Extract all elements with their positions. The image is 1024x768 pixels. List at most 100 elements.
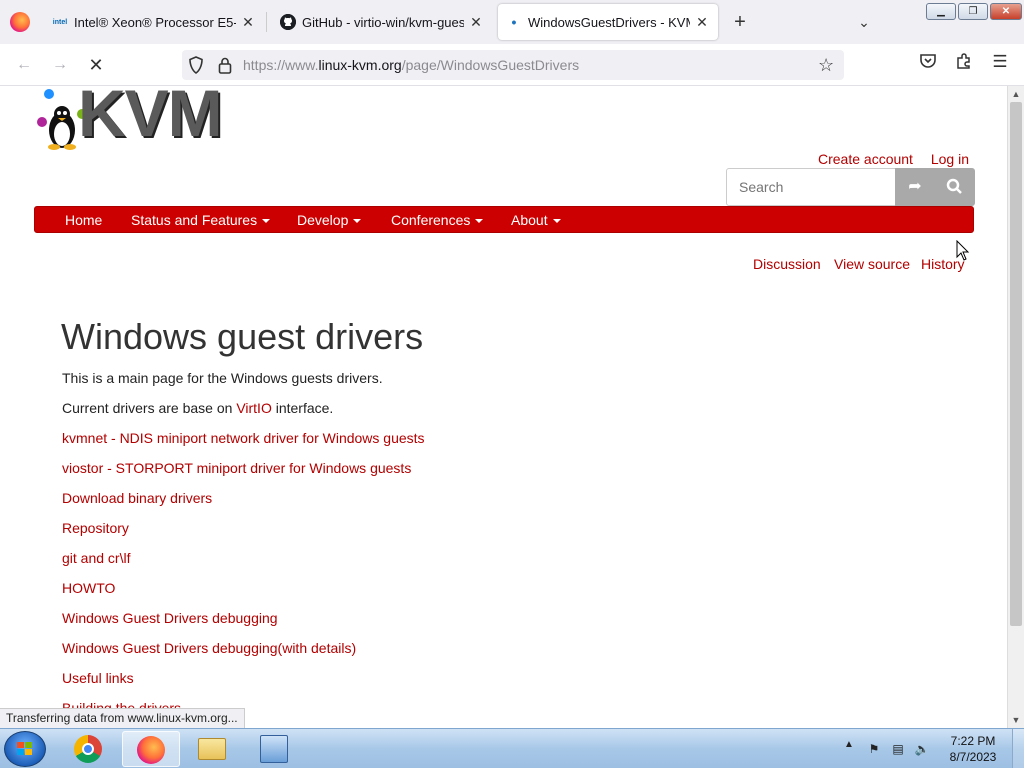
list-all-tabs-button[interactable]: ⌄ <box>854 10 874 34</box>
tab-title: Intel® Xeon® Processor E5-268 <box>74 14 236 30</box>
nav-label: Conferences <box>391 212 471 228</box>
firefox-icon[interactable] <box>10 12 30 32</box>
github-icon <box>280 14 296 30</box>
link-howto[interactable]: HOWTO <box>62 580 115 596</box>
vertical-scrollbar[interactable]: ▲ ▼ <box>1007 86 1024 728</box>
tab-github[interactable]: GitHub - virtio-win/kvm-guest ✕ <box>272 4 492 40</box>
search-button[interactable] <box>935 168 975 206</box>
scroll-up-arrow-icon[interactable]: ▲ <box>1008 86 1024 102</box>
stop-loading-button[interactable]: ✕ <box>84 53 108 77</box>
go-arrow-button[interactable]: ➦ <box>895 168 935 206</box>
link-repository[interactable]: Repository <box>62 520 129 536</box>
taskbar-chrome-button[interactable] <box>60 731 118 767</box>
forward-button[interactable]: → <box>48 53 72 77</box>
search-input[interactable] <box>727 169 895 205</box>
intro-text: This is a main page for the Windows gues… <box>62 370 383 386</box>
scroll-down-arrow-icon[interactable]: ▼ <box>1008 712 1024 728</box>
control-panel-icon <box>260 735 288 763</box>
new-tab-button[interactable]: + <box>730 10 750 34</box>
link-git-and-crlf[interactable]: git and cr\lf <box>62 550 130 566</box>
close-window-button[interactable]: ✕ <box>990 3 1022 20</box>
caret-down-icon <box>262 219 271 224</box>
url-text[interactable]: https://www.linux-kvm.org/page/WindowsGu… <box>243 57 579 73</box>
link-debugging[interactable]: Windows Guest Drivers debugging <box>62 610 278 626</box>
back-button[interactable]: ← <box>12 53 36 77</box>
main-navigation-bar: Home Status and Features Develop Confere… <box>34 206 974 233</box>
nav-home[interactable]: Home <box>65 207 102 233</box>
taskbar-control-panel-button[interactable] <box>246 731 304 767</box>
virtio-link[interactable]: VirtIO <box>236 400 272 416</box>
caret-down-icon <box>475 219 484 224</box>
system-clock[interactable]: 7:22 PM 8/7/2023 <box>940 733 1006 765</box>
close-tab-icon[interactable]: ✕ <box>240 14 256 31</box>
chrome-icon <box>74 735 102 763</box>
volume-muted-icon[interactable]: 🔈 <box>914 741 930 757</box>
restore-button[interactable]: ❐ <box>958 3 988 20</box>
mouse-cursor-icon <box>956 240 970 261</box>
nav-conferences[interactable]: Conferences <box>391 207 484 233</box>
drivers-prefix: Current drivers are base on <box>62 400 237 416</box>
tab-separator <box>266 12 267 32</box>
close-tab-icon[interactable]: ✕ <box>694 14 710 31</box>
minimize-button[interactable]: ▁ <box>926 3 956 20</box>
firefox-icon <box>137 736 165 764</box>
show-hidden-icons-arrow-icon[interactable]: ▲ <box>844 739 854 750</box>
link-useful-links[interactable]: Useful links <box>62 670 134 686</box>
start-button[interactable] <box>4 731 46 767</box>
caret-down-icon <box>353 219 362 224</box>
show-desktop-button[interactable] <box>1012 729 1024 768</box>
action-center-flag-icon[interactable]: ⚑ <box>866 741 882 757</box>
tracking-protection-shield-icon[interactable] <box>188 56 204 74</box>
folder-icon <box>198 738 226 760</box>
nav-label: Home <box>65 212 103 228</box>
taskbar-firefox-button[interactable] <box>122 731 180 767</box>
link-debugging-details[interactable]: Windows Guest Drivers debugging(with det… <box>62 640 356 656</box>
url-prefix: https://www. <box>243 57 319 73</box>
nav-label: About <box>511 212 548 228</box>
kvm-logo[interactable]: KVM <box>34 86 234 150</box>
magnifier-icon <box>946 178 962 194</box>
search-form: ➦ <box>726 168 975 206</box>
create-account-link[interactable]: Create account <box>818 151 913 167</box>
page-content: KVM Create account Log in ➦ Home Status … <box>0 86 1007 728</box>
nav-label: Status and Features <box>131 212 258 228</box>
intel-favicon-icon: intel <box>52 18 68 26</box>
log-in-link[interactable]: Log in <box>931 151 969 167</box>
clock-time: 7:22 PM <box>950 734 996 748</box>
tab-intel-xeon[interactable]: intel Intel® Xeon® Processor E5-268 ✕ <box>44 4 264 40</box>
browser-tab-bar: intel Intel® Xeon® Processor E5-268 ✕ Gi… <box>0 0 1024 44</box>
desktop-screen: intel Intel® Xeon® Processor E5-268 ✕ Gi… <box>0 0 1024 768</box>
link-download-binary-drivers[interactable]: Download binary drivers <box>62 490 212 506</box>
url-host: linux-kvm.org <box>318 57 402 73</box>
hamburger-menu-icon[interactable]: ☰ <box>990 52 1010 72</box>
nav-about[interactable]: About <box>511 207 561 233</box>
nav-develop[interactable]: Develop <box>297 207 362 233</box>
extensions-puzzle-icon[interactable] <box>954 52 974 72</box>
url-path: /page/WindowsGuestDrivers <box>401 57 580 73</box>
bookmark-star-icon[interactable]: ☆ <box>818 55 834 76</box>
view-source-tab[interactable]: View source <box>834 256 910 272</box>
nav-label: Develop <box>297 212 349 228</box>
personal-tools: Create account Log in <box>804 151 969 167</box>
discussion-tab[interactable]: Discussion <box>753 256 821 272</box>
close-tab-icon[interactable]: ✕ <box>468 14 484 31</box>
tab-title: GitHub - virtio-win/kvm-guest <box>302 14 464 30</box>
network-icon[interactable]: ▤ <box>890 741 906 757</box>
nav-status-and-features[interactable]: Status and Features <box>131 207 271 233</box>
logo-text: KVM <box>78 86 223 150</box>
windows-taskbar: ▲ ⚑ ▤ 🔈 7:22 PM 8/7/2023 <box>0 728 1024 768</box>
caret-down-icon <box>552 219 561 224</box>
url-bar[interactable]: https://www.linux-kvm.org/page/WindowsGu… <box>182 50 844 80</box>
link-kvmnet[interactable]: kvmnet - NDIS miniport network driver fo… <box>62 430 425 446</box>
browser-toolbar: ← → ✕ https://www.linux-kvm.org/page/Win… <box>0 44 1024 86</box>
status-bar-text: Transferring data from www.linux-kvm.org… <box>0 708 245 728</box>
drivers-suffix: interface. <box>271 400 334 416</box>
link-viostor[interactable]: viostor - STORPORT miniport driver for W… <box>62 460 411 476</box>
tab-windows-guest-drivers[interactable]: • WindowsGuestDrivers - KVM ✕ <box>498 4 718 40</box>
page-title: Windows guest drivers <box>61 316 424 357</box>
lock-icon[interactable] <box>218 56 232 74</box>
taskbar-explorer-button[interactable] <box>184 731 242 767</box>
clock-date: 8/7/2023 <box>949 750 997 764</box>
pocket-icon[interactable] <box>918 52 938 72</box>
scroll-thumb[interactable] <box>1010 102 1022 626</box>
